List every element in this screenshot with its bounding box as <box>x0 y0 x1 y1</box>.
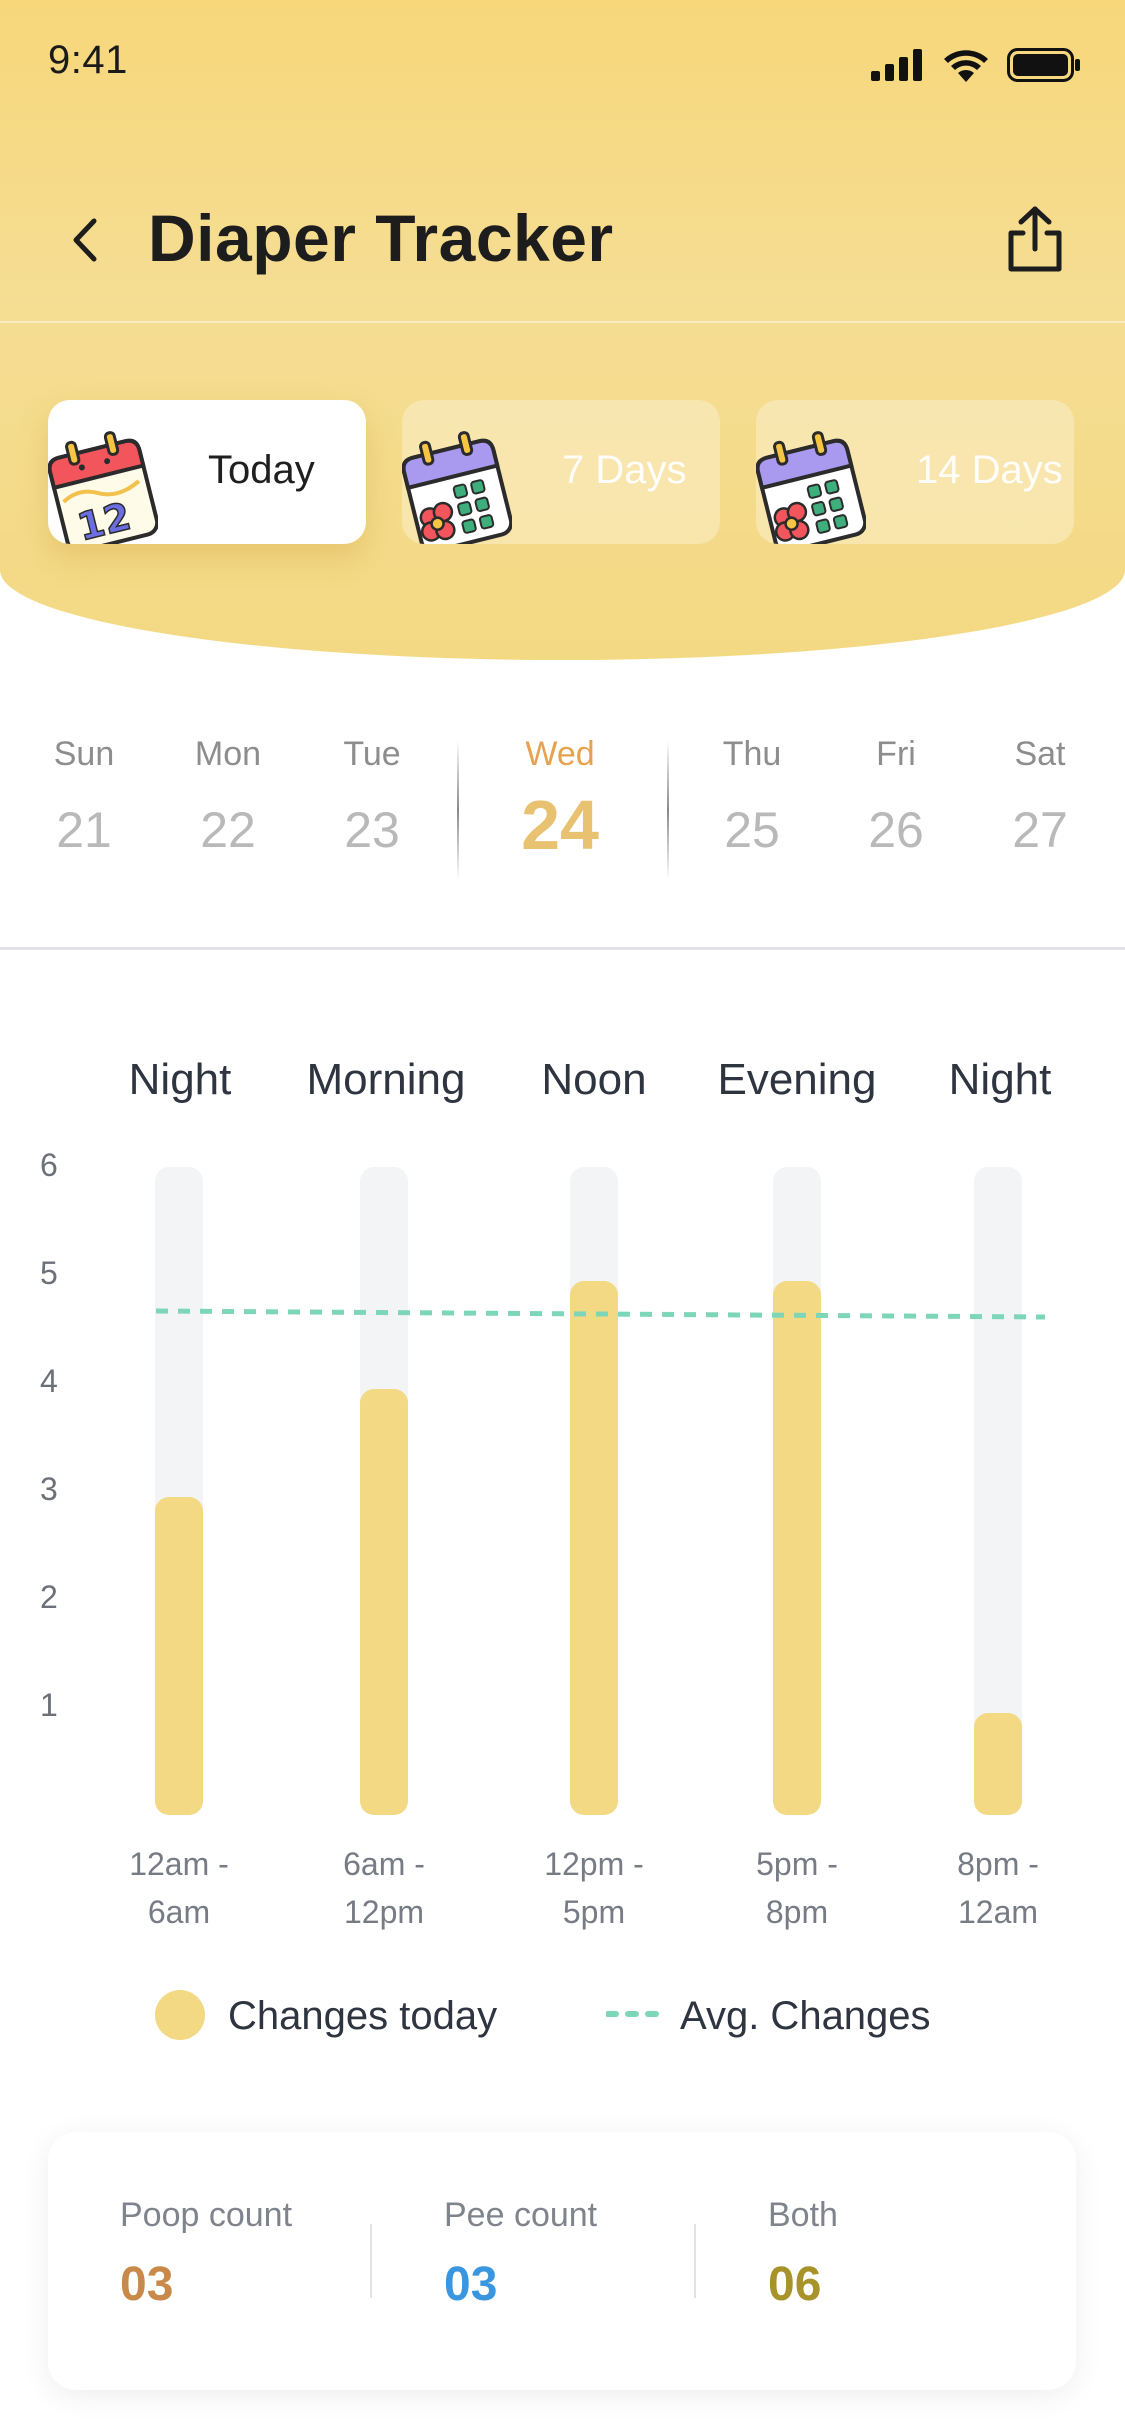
y-tick-label: 1 <box>40 1687 58 1723</box>
day-thu[interactable]: Thu 25 <box>692 735 812 859</box>
day-tue[interactable]: Tue 23 <box>312 735 432 859</box>
selected-day-right-border <box>667 740 669 880</box>
day-name: Thu <box>722 735 782 773</box>
time-range-label: 12pm - 5pm <box>514 1840 674 1936</box>
status-time: 9:41 <box>48 38 128 82</box>
day-name: Fri <box>876 735 916 773</box>
tab-7-days[interactable]: 7 Days <box>402 400 720 544</box>
day-date: 21 <box>56 802 112 858</box>
bar-changes-today[interactable] <box>974 1713 1022 1815</box>
day-name: Sun <box>53 735 115 773</box>
calendar-flower-icon <box>402 431 512 544</box>
day-date: 23 <box>344 802 400 858</box>
stats-card: Poop count 03 Pee count 03 Both 06 <box>48 2132 1076 2390</box>
day-sun[interactable]: Sun 21 <box>24 735 144 859</box>
y-tick-label: 3 <box>40 1471 58 1507</box>
stat-value: 06 <box>768 2258 822 2311</box>
time-range-label: 8pm - 12am <box>918 1840 1078 1936</box>
selected-day-left-border <box>457 740 459 880</box>
tab-today-label: Today <box>208 448 315 492</box>
time-range-label: 5pm - 8pm <box>717 1840 877 1936</box>
day-date: 27 <box>1012 802 1068 858</box>
time-range-line: 5pm <box>562 1894 626 1930</box>
share-icon <box>1008 206 1062 272</box>
legend-label-today: Changes today <box>228 1994 498 2038</box>
stat-value: 03 <box>444 2258 498 2311</box>
day-mon[interactable]: Mon 22 <box>168 735 288 859</box>
stat-both: Both 06 <box>768 2196 838 2312</box>
stat-poop: Poop count 03 <box>120 2196 292 2312</box>
day-name: Sat <box>1014 735 1066 773</box>
period-label: Night <box>128 1055 232 1104</box>
week-strip: Sun 21 Mon 22 Tue 23 Wed 24 Thu 25 Fri 2… <box>0 735 1125 885</box>
time-range-label: 6am - 12pm <box>304 1840 464 1936</box>
day-name: Wed <box>525 735 595 773</box>
legend-swatch-avg <box>606 2011 660 2017</box>
week-divider <box>0 947 1125 950</box>
y-tick-label: 6 <box>40 1147 58 1183</box>
share-button[interactable] <box>997 200 1073 280</box>
tab-14-days[interactable]: 14 Days <box>756 400 1074 544</box>
time-range-line: 8pm - <box>957 1846 1039 1882</box>
stat-label: Poop count <box>120 2196 293 2234</box>
tab-14-days-label: 14 Days <box>916 448 1063 492</box>
period-label: Evening <box>717 1055 877 1104</box>
y-tick-label: 4 <box>40 1363 58 1399</box>
y-tick-label: 2 <box>40 1579 58 1615</box>
day-date: 24 <box>521 786 599 864</box>
bar-changes-today[interactable] <box>773 1281 821 1815</box>
stat-value: 03 <box>120 2258 174 2311</box>
day-date: 25 <box>724 802 780 858</box>
bar-changes-today[interactable] <box>360 1389 408 1815</box>
y-tick-label: 5 <box>40 1255 58 1291</box>
stat-pee: Pee count 03 <box>444 2196 597 2312</box>
time-range-line: 6am - <box>343 1846 425 1882</box>
time-range-line: 12pm - <box>544 1846 644 1882</box>
day-fri[interactable]: Fri 26 <box>836 735 956 859</box>
battery-icon <box>1007 48 1080 82</box>
stat-divider <box>694 2224 696 2298</box>
header-divider <box>0 321 1125 323</box>
time-range-line: 12am - <box>129 1846 229 1882</box>
tab-7-days-label: 7 Days <box>562 448 687 492</box>
wifi-icon <box>944 50 988 82</box>
bar-changes-today[interactable] <box>570 1281 618 1815</box>
bar-changes-today[interactable] <box>155 1497 203 1815</box>
back-button[interactable] <box>60 205 110 275</box>
period-label: Noon <box>541 1055 647 1104</box>
day-name: Tue <box>343 735 401 773</box>
day-date: 26 <box>868 802 924 858</box>
day-name: Mon <box>194 735 262 773</box>
legend-label-avg: Avg. Changes <box>680 1994 931 2038</box>
time-range-line: 6am <box>147 1894 211 1930</box>
period-label: Morning <box>306 1055 466 1104</box>
page-title: Diaper Tracker <box>148 201 614 275</box>
time-range-line: 5pm - <box>756 1846 838 1882</box>
time-range-line: 8pm <box>765 1894 829 1930</box>
calendar-today-icon: 12 <box>48 431 158 544</box>
chart-legend: Changes today Avg. Changes <box>0 1990 1125 2050</box>
legend-swatch-today <box>155 1990 205 2040</box>
period-label: Night <box>948 1055 1052 1104</box>
stat-label: Pee count <box>444 2196 598 2234</box>
header-background: 9:41 Diaper Tracker 12 Today 7 Days 14 D… <box>0 0 1125 660</box>
chevron-left-icon <box>73 218 97 262</box>
time-range-label: 12am - 6am <box>99 1840 259 1936</box>
time-range-line: 12pm <box>343 1894 425 1930</box>
tab-today[interactable]: 12 Today <box>48 400 366 544</box>
calendar-flower-icon <box>756 431 866 544</box>
signal-icon <box>871 49 922 81</box>
day-date: 22 <box>200 802 256 858</box>
day-wed-selected[interactable]: Wed 24 <box>500 735 620 865</box>
time-range-line: 12am <box>957 1894 1039 1930</box>
stat-label: Both <box>768 2196 838 2234</box>
day-sat[interactable]: Sat 27 <box>980 735 1100 859</box>
status-icons <box>871 48 1081 82</box>
stat-divider <box>370 2224 372 2298</box>
